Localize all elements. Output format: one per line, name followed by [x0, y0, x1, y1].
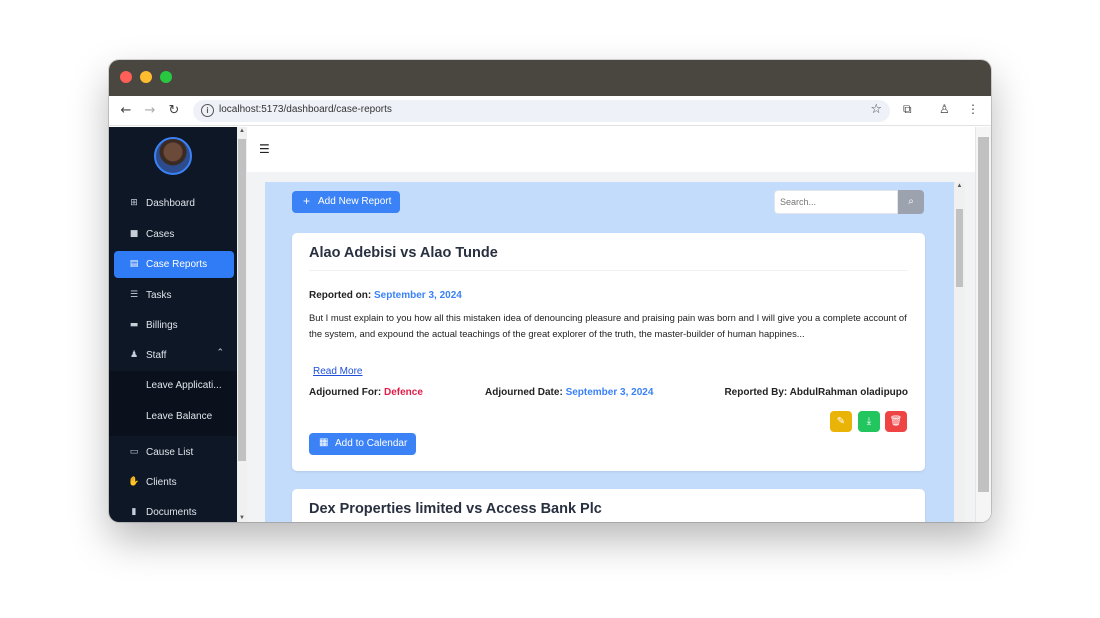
scroll-down-arrow-icon[interactable]: ▼	[237, 515, 247, 521]
browser-toolbar: ← → ↻ i localhost:5173/dashboard/case-re…	[109, 96, 991, 126]
search-input[interactable]	[774, 190, 898, 214]
trash-icon: 🗑	[889, 416, 903, 427]
sidebar-item-staff[interactable]: ♟ Staff ⌃	[114, 342, 234, 369]
adjourned-for-label: Adjourned For:	[309, 387, 382, 398]
sidebar-item-case-reports[interactable]: ▤ Case Reports	[114, 251, 234, 278]
report-icon: ▤	[129, 259, 139, 269]
sidebar-item-label: Billings	[146, 320, 178, 331]
sidebar-item-cause-list[interactable]: ▭ Cause List	[114, 439, 234, 466]
minimize-window-button[interactable]	[140, 71, 152, 83]
scroll-up-arrow-icon[interactable]: ▲	[237, 128, 247, 134]
page-scrollbar[interactable]	[975, 127, 991, 522]
search-icon: ⌕	[908, 196, 914, 207]
document-icon: ▮	[131, 507, 137, 517]
star-icon[interactable]: ☆	[870, 102, 882, 117]
sidebar-item-label: Dashboard	[146, 198, 195, 209]
sidebar-item-tasks[interactable]: ☰ Tasks	[114, 282, 234, 309]
staff-submenu: Leave Applicati... Leave Balance	[109, 371, 237, 436]
sidebar-item-cases[interactable]: ■ Cases	[114, 221, 234, 248]
add-to-calendar-button[interactable]: ▦ Add to Calendar	[309, 433, 416, 455]
add-to-calendar-label: Add to Calendar	[335, 438, 408, 449]
menu-toggle-icon[interactable]: ☰	[259, 143, 273, 155]
sidebar-item-label: Clients	[146, 477, 177, 488]
sidebar-item-label: Staff	[146, 350, 167, 361]
grid-icon: ⊞	[130, 198, 138, 208]
money-icon: ▬	[129, 320, 139, 330]
scrollbar-thumb[interactable]	[978, 137, 989, 492]
sidebar-item-billings[interactable]: ▬ Billings	[114, 312, 234, 339]
info-icon[interactable]: i	[201, 104, 214, 117]
calendar-icon: ▦	[319, 437, 329, 448]
adjourned-date: Adjourned Date: September 3, 2024	[485, 387, 653, 398]
calendar-list-icon: ▭	[129, 447, 139, 457]
browser-window: ← → ↻ i localhost:5173/dashboard/case-re…	[109, 60, 991, 522]
reported-by: Reported By: AbdulRahman oladipupo	[724, 387, 908, 398]
profile-icon[interactable]: ♙	[939, 102, 950, 116]
scroll-up-arrow-icon[interactable]: ▲	[954, 183, 965, 189]
report-card: Dex Properties limited vs Access Bank Pl…	[292, 489, 925, 522]
sidebar-scrollbar[interactable]: ▲ ▼	[237, 127, 247, 522]
edit-button[interactable]: ✎	[830, 411, 852, 432]
reported-on-label: Reported on:	[309, 290, 372, 301]
back-arrow-icon[interactable]: ←	[117, 102, 135, 120]
submenu-item-leave-balance[interactable]: Leave Balance	[146, 411, 212, 422]
reported-by-value: AbdulRahman oladipupo	[789, 387, 908, 398]
list-check-icon: ☰	[129, 290, 139, 300]
more-menu-icon[interactable]: ⋮	[967, 102, 979, 116]
add-new-report-button[interactable]: + Add New Report	[292, 191, 400, 213]
download-button[interactable]: ⤓	[858, 411, 880, 432]
address-bar[interactable]: i localhost:5173/dashboard/case-reports …	[193, 100, 890, 122]
reported-by-label: Reported By:	[724, 387, 788, 398]
sidebar-item-label: Case Reports	[146, 259, 208, 270]
content-scrollbar[interactable]: ▲	[954, 182, 965, 522]
adjourned-date-value: September 3, 2024	[565, 387, 654, 398]
scrollbar-thumb[interactable]	[238, 139, 246, 461]
add-new-report-label: Add New Report	[318, 196, 392, 207]
submenu-item-leave-applications[interactable]: Leave Applicati...	[146, 380, 222, 391]
delete-button[interactable]: 🗑	[885, 411, 907, 432]
reported-on: Reported on: September 3, 2024	[309, 290, 462, 301]
sidebar-item-documents[interactable]: ▮ Documents	[114, 499, 234, 522]
sidebar-item-label: Documents	[146, 507, 197, 518]
maximize-window-button[interactable]	[160, 71, 172, 83]
url-text: localhost:5173/dashboard/case-reports	[219, 104, 392, 115]
pencil-icon: ✎	[836, 416, 846, 427]
reported-on-date: September 3, 2024	[374, 290, 462, 301]
reload-icon[interactable]: ↻	[165, 102, 183, 120]
extensions-icon[interactable]: ⧉	[903, 102, 912, 117]
page-viewport: ⊞ Dashboard ■ Cases ▤ Case Reports ☰ Tas…	[109, 127, 991, 522]
title-bar	[109, 60, 991, 96]
sidebar-item-label: Cause List	[146, 447, 194, 458]
report-card: Alao Adebisi vs Alao Tunde Reported on: …	[292, 233, 925, 471]
sidebar-item-dashboard[interactable]: ⊞ Dashboard	[114, 190, 234, 217]
users-icon: ♟	[129, 350, 139, 360]
close-window-button[interactable]	[120, 71, 132, 83]
adjourned-for-value: Defence	[384, 387, 423, 398]
forward-arrow-icon[interactable]: →	[141, 102, 159, 120]
briefcase-icon: ■	[129, 229, 139, 239]
handshake-icon: ✋	[128, 477, 140, 487]
adjourned-date-label: Adjourned Date:	[485, 387, 563, 398]
report-title: Dex Properties limited vs Access Bank Pl…	[309, 501, 602, 517]
case-reports-panel: + Add New Report ⌕ Alao Adebisi vs Alao …	[265, 182, 955, 522]
sidebar: ⊞ Dashboard ■ Cases ▤ Case Reports ☰ Tas…	[109, 127, 237, 522]
scrollbar-thumb[interactable]	[956, 209, 963, 287]
adjourned-for: Adjourned For: Defence	[309, 387, 423, 398]
report-description: But I must explain to you how all this m…	[309, 312, 907, 339]
report-title: Alao Adebisi vs Alao Tunde	[309, 245, 498, 261]
plus-icon: +	[303, 194, 311, 208]
divider	[309, 270, 908, 271]
avatar[interactable]	[154, 137, 192, 175]
top-header: ☰	[247, 127, 975, 172]
search-button[interactable]: ⌕	[898, 190, 924, 214]
download-icon: ⤓	[866, 416, 872, 427]
read-more-link[interactable]: Read More	[313, 366, 362, 377]
chevron-up-icon[interactable]: ⌃	[216, 348, 224, 358]
sidebar-item-label: Cases	[146, 229, 175, 240]
sidebar-item-clients[interactable]: ✋ Clients	[114, 469, 234, 496]
sidebar-item-label: Tasks	[146, 290, 172, 301]
